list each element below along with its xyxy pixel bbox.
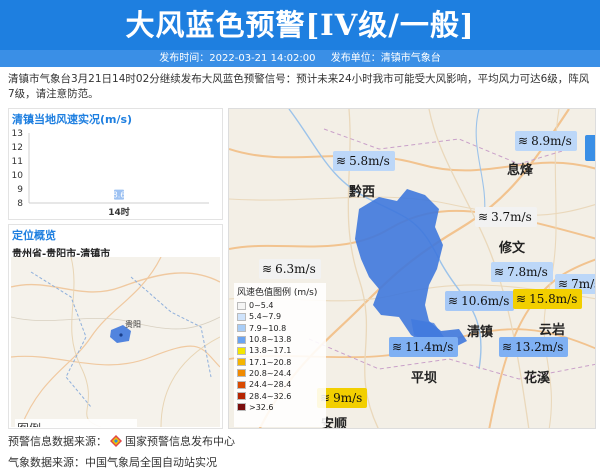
wind-map[interactable]: 息烽 黔西 修文 白云 清镇 云岩 平坝 花溪 安顺 ≋ 8.9m/s ≋ 5.…	[228, 108, 596, 429]
speed-legend-label: 10.8~13.8	[249, 335, 292, 345]
wind-icon: ≋	[336, 154, 347, 168]
station-wind-label[interactable]: ≋ 6.3m/s	[259, 259, 321, 279]
wind-speed-legend: 风速色值图例 (m/s) 0~5.4 5.4~7.9 7.9~10.8 10.8~13…	[234, 283, 326, 427]
speed-legend-label: >32.6	[249, 402, 274, 412]
station-wind-value: 9m/s	[333, 391, 363, 405]
overview-map[interactable]: 贵阳 图例 国界 省界	[11, 257, 220, 427]
location-panel: 定位概览 贵州省-贵阳市-清镇市 贵阳 图例 国界	[8, 224, 223, 429]
station-wind-value: 5.8m/s	[349, 154, 390, 168]
warning-description: 清镇市气象台3月21日14时02分继续发布大风蓝色预警信号：预计未来24小时我市…	[8, 73, 590, 100]
speed-legend-label: 24.4~28.4	[249, 380, 292, 390]
wind-icon: ≋	[478, 210, 489, 224]
y-tick-label: 10	[12, 171, 24, 181]
warning-source: 预警信息数据来源： 国家预警信息发布中心	[8, 433, 235, 449]
station-wind-value: 3.7m/s	[491, 210, 532, 224]
city-huaxi: 花溪	[524, 371, 551, 386]
speed-legend-swatch	[237, 403, 246, 412]
city-pingba: 平坝	[411, 371, 438, 386]
boundary-legend: 图例 国界 省界	[15, 419, 137, 427]
warning-title: 大风蓝色预警[IV级/一般]	[0, 0, 600, 50]
speed-legend-item: 24.4~28.4	[237, 379, 323, 390]
speed-legend-swatch	[237, 358, 246, 367]
city-xiuwen: 修文	[499, 241, 526, 256]
speed-legend-label: 28.4~32.6	[249, 391, 292, 401]
speed-legend-item: 7.9~10.8	[237, 323, 323, 334]
speed-legend-item: 28.4~32.6	[237, 390, 323, 401]
wind-icon: ≋	[494, 265, 505, 279]
station-wind-value: 15.8m/s	[529, 292, 578, 306]
wind-icon: ≋	[518, 134, 529, 148]
speed-legend-label: 7.9~10.8	[249, 323, 287, 333]
y-tick-label: 8	[17, 199, 23, 209]
station-wind-label[interactable]: ≋ 13.2m/s	[499, 337, 569, 357]
overview-map-label: 贵阳	[125, 320, 141, 329]
speed-legend-item: 5.4~7.9	[237, 311, 323, 322]
weather-source: 气象数据来源：中国气象局全国自动站实况	[8, 456, 217, 469]
x-tick-label: 14时	[108, 206, 130, 218]
station-wind-value: 13.2m/s	[515, 340, 564, 354]
city-qingzhen: 清镇	[467, 325, 494, 340]
wind-icon: ≋	[516, 292, 527, 306]
station-wind-label[interactable]: ≋ 8.9m/s	[515, 131, 577, 151]
station-wind-label[interactable]: ≋ 5.8m/s	[333, 151, 395, 171]
speed-legend-item: 20.8~24.4	[237, 368, 323, 379]
nmc-logo-icon	[110, 435, 122, 447]
speed-legend-swatch	[237, 380, 246, 389]
station-wind-value: 11.4m/s	[405, 340, 454, 354]
y-tick-label: 12	[12, 143, 23, 153]
station-wind-label[interactable]: ≋ 7.8m/s	[491, 262, 553, 282]
speed-legend-item: 0~5.4	[237, 300, 323, 311]
station-wind-value: 8.9m/s	[531, 134, 572, 148]
wind-speed-legend-title: 风速色值图例 (m/s)	[237, 288, 318, 298]
y-tick-label: 9	[17, 185, 23, 195]
publisher: 发布单位：清镇市气象台	[330, 53, 441, 64]
speed-legend-item: 17.1~20.8	[237, 356, 323, 367]
publish-time: 发布时间：2022-03-21 14:02:00	[159, 53, 316, 64]
station-wind-value: 10.6m/s	[461, 294, 510, 308]
station-wind-label[interactable]: ≋ 15.8m/s	[513, 289, 583, 309]
city-xifeng: 息烽	[507, 163, 534, 178]
speed-legend-item: >32.6	[237, 402, 323, 413]
speed-legend-swatch	[237, 312, 246, 321]
speed-legend-swatch	[237, 324, 246, 333]
speed-legend-item: 10.8~13.8	[237, 334, 323, 345]
wind-icon: ≋	[502, 340, 513, 354]
warning-source-name[interactable]: 国家预警信息发布中心	[125, 435, 235, 448]
wind-icon: ≋	[392, 340, 403, 354]
boundary-legend-title: 图例	[15, 419, 137, 427]
station-wind-value: 6.3m/s	[275, 262, 316, 276]
speed-legend-label: 17.1~20.8	[249, 357, 292, 367]
side-panel-toggle[interactable]	[585, 135, 595, 161]
speed-legend-label: 20.8~24.4	[249, 368, 292, 378]
station-wind-label[interactable]: ≋ 10.6m/s	[445, 291, 515, 311]
warning-meta: 发布时间：2022-03-21 14:02:00 发布单位：清镇市气象台	[0, 50, 600, 67]
station-wind-value: 7.8m/s	[507, 265, 548, 279]
speed-legend-label: 0~5.4	[249, 301, 274, 311]
speed-legend-label: 5.4~7.9	[249, 312, 282, 322]
speed-legend-swatch	[237, 346, 246, 355]
wind-speed-panel: 清镇当地风速实况(m/s) 13 12 11 10 9 8 8.6 14时	[8, 108, 223, 220]
speed-legend-swatch	[237, 392, 246, 401]
city-yunyan: 云岩	[539, 323, 566, 338]
overview-map-graphic	[11, 257, 220, 427]
speed-legend-item: 13.8~17.1	[237, 345, 323, 356]
y-tick-label: 13	[12, 129, 23, 139]
station-wind-label[interactable]: ≋ 11.4m/s	[389, 337, 459, 357]
wind-speed-chart: 13 12 11 10 9 8 8.6 14时	[12, 129, 209, 218]
speed-legend-label: 13.8~17.1	[249, 346, 292, 356]
speed-legend-swatch	[237, 369, 246, 378]
wind-icon: ≋	[448, 294, 459, 308]
wind-icon: ≋	[262, 262, 273, 276]
wind-panel-title: 清镇当地风速实况(m/s)	[12, 113, 133, 126]
location-panel-title: 定位概览	[12, 229, 56, 242]
station-wind-label[interactable]: ≋ 3.7m/s	[475, 207, 537, 227]
warning-source-label: 预警信息数据来源：	[8, 435, 107, 448]
speed-legend-swatch	[237, 301, 246, 310]
data-label: 8.6	[113, 191, 126, 200]
speed-legend-swatch	[237, 335, 246, 344]
y-tick-label: 11	[12, 157, 23, 167]
city-qianxi: 黔西	[349, 185, 376, 200]
